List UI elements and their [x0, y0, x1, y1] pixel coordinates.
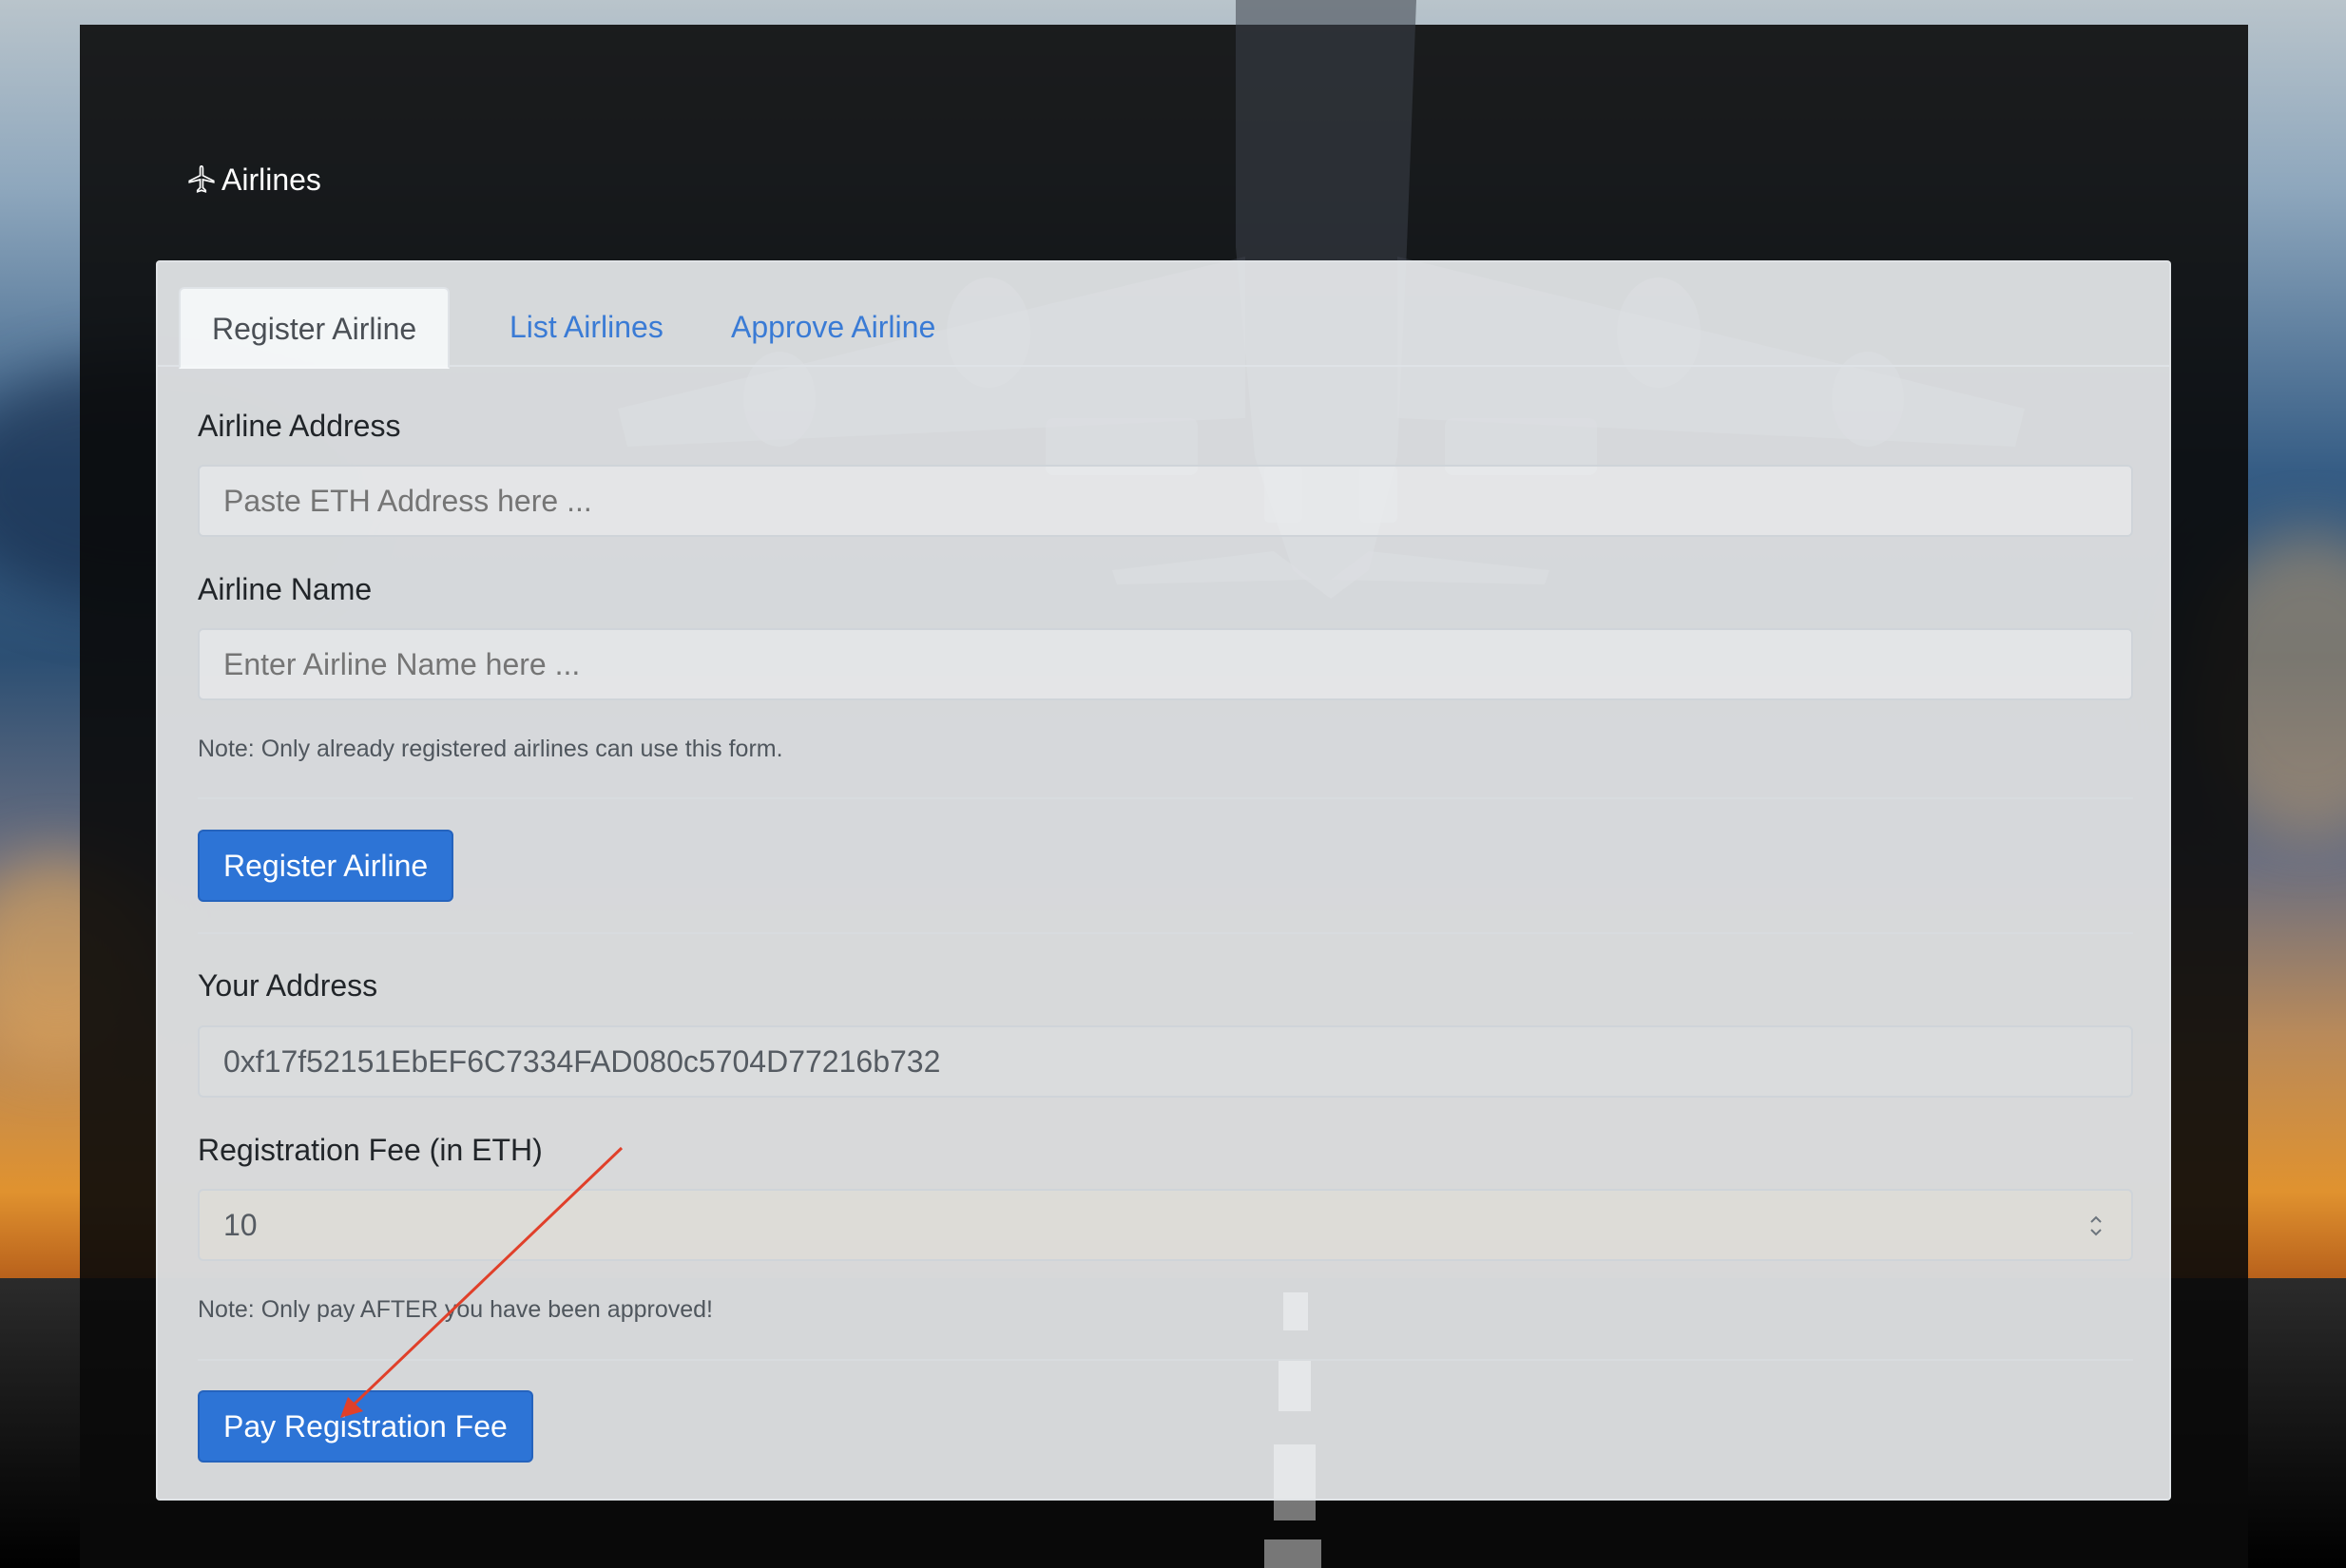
spinner-arrows-icon[interactable] — [2089, 1214, 2103, 1238]
airline-name-label: Airline Name — [198, 572, 373, 606]
airline-address-input[interactable] — [198, 465, 2133, 537]
pay-registration-fee-button[interactable]: Pay Registration Fee — [198, 1390, 533, 1463]
airplane-icon — [188, 164, 215, 193]
registration-fee-value: 10 — [223, 1208, 258, 1242]
register-note: Note: Only already registered airlines c… — [198, 736, 783, 762]
brand-label: Airlines — [221, 162, 321, 197]
form-card: Register Airline List Airlines Approve A… — [156, 260, 2171, 1501]
brand[interactable]: Airlines — [185, 159, 321, 201]
registration-fee-field[interactable]: 10 — [198, 1189, 2133, 1261]
your-address-label: Your Address — [198, 968, 378, 1003]
fee-note: Note: Only pay AFTER you have been appro… — [198, 1296, 713, 1323]
divider — [198, 1359, 2133, 1361]
divider — [198, 932, 2133, 934]
your-address-field[interactable]: 0xf17f52151EbEF6C7334FAD080c5704D77216b7… — [198, 1025, 2133, 1098]
register-airline-button[interactable]: Register Airline — [198, 830, 454, 902]
tab-bar: Register Airline List Airlines Approve A… — [158, 262, 2169, 369]
airline-name-input[interactable] — [198, 628, 2133, 700]
tab-list-airlines[interactable]: List Airlines — [478, 287, 695, 367]
airline-address-label: Airline Address — [198, 409, 401, 443]
tab-register-airline[interactable]: Register Airline — [179, 287, 451, 369]
registration-fee-label: Registration Fee (in ETH) — [198, 1133, 543, 1167]
divider — [198, 797, 2133, 799]
tab-approve-airline[interactable]: Approve Airline — [700, 287, 967, 367]
